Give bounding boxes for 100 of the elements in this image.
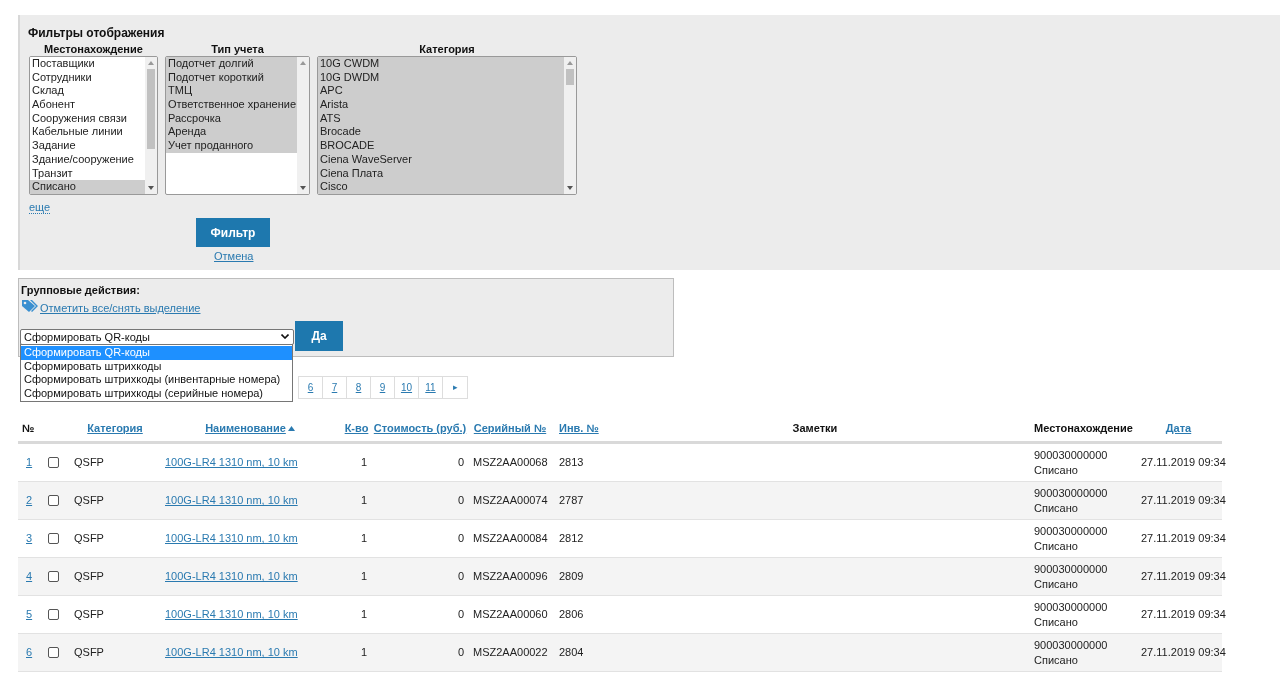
action-select[interactable]: Сформировать QR-коды [20, 329, 294, 345]
list-option[interactable]: Cisco [318, 180, 564, 194]
list-box[interactable]: 10G CWDM 10G DWDM APC Arista ATS Brocade BROCADE Ciena WaveServer Ciena Плата Cisco [317, 56, 577, 195]
list-option[interactable]: ТМЦ [166, 84, 297, 99]
scrollbar-thumb[interactable] [147, 69, 155, 149]
list-box[interactable]: Поставщики Сотрудники Склад Абонент Сооружения связи Кабельные линии Задание Здание/сооружение Транзит Списано [29, 56, 158, 195]
column-header-link[interactable]: Серийный № [473, 419, 547, 437]
dropdown-option[interactable]: Сформировать штрихкоды (серийные номера) [21, 386, 292, 400]
list-label: Местонахождение [43, 42, 144, 57]
item-name-link[interactable]: 100G-LR4 1310 nm, 10 km [165, 644, 298, 661]
next-page-link[interactable]: ▸ [443, 377, 467, 398]
caret-icon [281, 334, 289, 339]
table-cell-text: 1 [360, 493, 367, 509]
row-checkbox[interactable] [48, 533, 59, 544]
row-number-link[interactable]: 1 [26, 454, 33, 471]
column-header-link[interactable]: Инв. № [559, 419, 599, 437]
table-cell-text: QSFP [74, 645, 104, 661]
panel-title: Групповые действия: [21, 283, 140, 298]
list-option[interactable]: 10G CWDM [318, 57, 564, 71]
scrollbar-thumb[interactable] [566, 69, 574, 85]
row-number-link[interactable]: 6 [26, 644, 33, 661]
item-name-link[interactable]: 100G-LR4 1310 nm, 10 km [165, 454, 298, 471]
scrollbar[interactable] [564, 57, 576, 194]
row-number-link[interactable]: 3 [26, 530, 33, 547]
table-cell-text: MSZ2AA00068 [473, 455, 548, 471]
cancel-link[interactable]: Отмена [214, 248, 254, 265]
list-option[interactable]: Списано [30, 180, 145, 194]
table-cell-text: 1 [360, 607, 367, 623]
table-cell-text: MSZ2AA00022 [473, 645, 548, 661]
go-button[interactable]: Да [295, 321, 343, 351]
scroll-down-icon[interactable] [148, 186, 154, 190]
table-cell-text: MSZ2AA00074 [473, 493, 548, 509]
table-cell-text: 27.11.2019 09:34 [1141, 607, 1226, 623]
table-cell-text: 27.11.2019 09:34 [1141, 493, 1226, 509]
table-cell-text: 27.11.2019 09:34 [1141, 645, 1226, 661]
table-cell-text: 0 [457, 455, 464, 471]
dropdown-option[interactable]: Сформировать штрихкоды (инвентарные номера) [21, 373, 292, 387]
row-checkbox[interactable] [48, 647, 59, 658]
list-option[interactable]: Ответственное хранение [166, 98, 297, 112]
list-label: Категория [418, 42, 476, 57]
column-header-link[interactable]: Категория [87, 419, 143, 437]
item-name-link[interactable]: 100G-LR4 1310 nm, 10 km [165, 530, 298, 547]
page-link[interactable]: 10 [395, 377, 419, 398]
page-link[interactable]: 7 [323, 377, 347, 398]
table-cell-text: QSFP [74, 455, 104, 471]
table-cell: Списано [1034, 576, 1078, 592]
row-checkbox[interactable] [48, 457, 59, 468]
row-number-link[interactable]: 5 [26, 606, 33, 623]
table-cell: Списано [1034, 538, 1078, 554]
dropdown-option[interactable]: Сформировать штрихкоды [21, 359, 292, 373]
column-header-link[interactable]: К-во [344, 419, 369, 437]
table-cell-text: MSZ2AA00084 [473, 531, 548, 547]
page-link[interactable]: 8 [347, 377, 371, 398]
column-header: № [22, 420, 35, 436]
list-option[interactable]: Подотчет долгий [166, 57, 297, 71]
scrollbar[interactable] [145, 57, 157, 194]
table-cell-text: 0 [457, 569, 464, 585]
item-name-link[interactable]: 100G-LR4 1310 nm, 10 km [165, 606, 298, 623]
table-cell-text: 2787 [559, 493, 584, 509]
column-header-link[interactable]: Наименование [205, 419, 286, 437]
row-number-link[interactable]: 4 [26, 568, 33, 585]
column-header: Заметки [792, 420, 838, 436]
table-cell: 900030000000 [1034, 561, 1108, 577]
table-cell-text: 2812 [559, 531, 584, 547]
table-cell-text: 0 [457, 645, 464, 661]
table-cell-text: 1 [360, 531, 367, 547]
list-label: Тип учета [210, 42, 265, 57]
list-box[interactable]: Подотчет долгий Подотчет короткий ТМЦ Ответственное хранение Рассрочка Аренда Учет проданного [165, 56, 310, 195]
item-name-link[interactable]: 100G-LR4 1310 nm, 10 km [165, 568, 298, 585]
table-cell-text: 27.11.2019 09:34 [1141, 455, 1226, 471]
page-link[interactable]: 9 [371, 377, 395, 398]
table-cell-text: 1 [360, 455, 367, 471]
row-checkbox[interactable] [48, 609, 59, 620]
column-header-link[interactable]: Дата [1165, 419, 1192, 437]
page-link[interactable]: 11 [419, 377, 443, 398]
table-cell-text: QSFP [74, 607, 104, 623]
scroll-down-icon[interactable] [300, 186, 306, 190]
table-cell-text: 2804 [559, 645, 584, 661]
item-name-link[interactable]: 100G-LR4 1310 nm, 10 km [165, 492, 298, 509]
row-checkbox[interactable] [48, 571, 59, 582]
list-option[interactable]: Аренда [166, 125, 297, 140]
list-option[interactable]: Учет проданного [166, 139, 297, 153]
select-all-link[interactable]: Отметить все/снять выделение [40, 300, 201, 317]
list-option[interactable]: BROCADE [318, 139, 564, 153]
table-cell-text: QSFP [74, 531, 104, 547]
list-option[interactable]: APC [318, 84, 564, 99]
filter-button[interactable]: Фильтр [196, 218, 270, 247]
list-option[interactable]: Brocade [318, 125, 564, 140]
table-cell-text: 1 [360, 645, 367, 661]
row-number-link[interactable]: 2 [26, 492, 33, 509]
scroll-down-icon[interactable] [567, 186, 573, 190]
table-cell: 900030000000 [1034, 485, 1108, 501]
list-option[interactable]: Arista [318, 98, 564, 112]
table-cell: 900030000000 [1034, 599, 1108, 615]
column-header-link[interactable]: Стоимость (руб.) [373, 419, 467, 437]
more-link[interactable]: еще [29, 201, 51, 214]
row-checkbox[interactable] [48, 495, 59, 506]
page-link[interactable]: 6 [299, 377, 323, 398]
scrollbar[interactable] [297, 57, 309, 194]
table-cell-text: 2813 [559, 455, 584, 471]
